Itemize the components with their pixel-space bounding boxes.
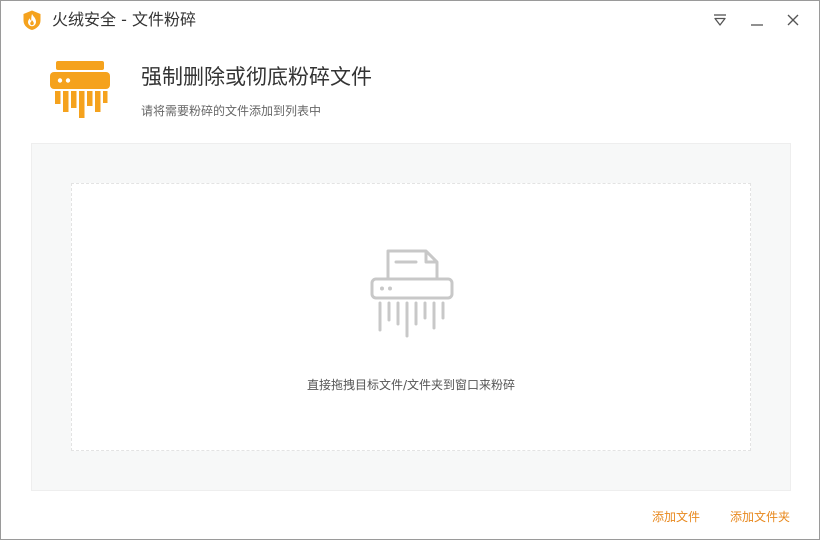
menu-dropdown-icon[interactable] [709,9,731,31]
drop-zone-area[interactable]: 直接拖拽目标文件/文件夹到窗口来粉碎 [31,143,791,491]
add-file-link[interactable]: 添加文件 [652,508,700,526]
title-bar[interactable]: 火绒安全 - 文件粉碎 [1,1,819,39]
add-folder-link[interactable]: 添加文件夹 [730,508,790,526]
drop-hint-text: 直接拖拽目标文件/文件夹到窗口来粉碎 [306,378,516,392]
close-icon[interactable] [782,9,804,31]
shredder-outline-icon [369,248,455,338]
shredder-icon [48,59,112,123]
page-title: 强制删除或彻底粉碎文件 [141,65,372,89]
window-title: 火绒安全 - 文件粉碎 [52,10,196,29]
minimize-icon[interactable] [746,9,768,31]
drop-zone[interactable]: 直接拖拽目标文件/文件夹到窗口来粉碎 [71,183,751,451]
page-subtitle: 请将需要粉碎的文件添加到列表中 [141,104,322,118]
flame-logo-icon [21,9,43,31]
file-shredder-window: 火绒安全 - 文件粉碎 强制删除或彻底粉碎文件 请将需要粉碎的文件添加到列表中 … [0,0,820,540]
